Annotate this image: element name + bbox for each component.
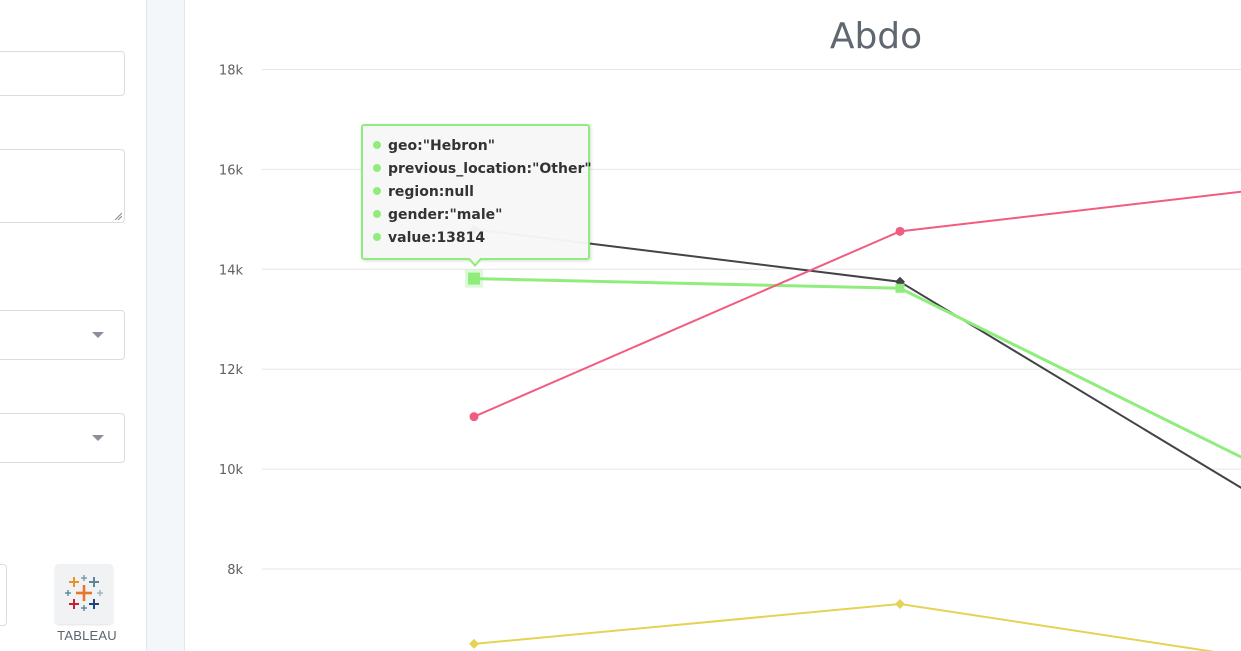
text-input[interactable] <box>0 51 125 96</box>
data-point <box>469 412 479 422</box>
y-tick-label: 10k <box>219 463 244 478</box>
tooltip-pointer-fill <box>469 257 481 264</box>
select-dropdown-2[interactable] <box>0 413 125 463</box>
bullet-icon <box>373 210 381 218</box>
bullet-icon <box>373 164 381 172</box>
data-point <box>469 638 479 649</box>
tooltip-row: geo:"Hebron" <box>373 135 588 158</box>
textarea-field[interactable] <box>0 149 125 223</box>
bullet-icon <box>373 141 381 149</box>
y-tick-label: 14k <box>219 263 244 278</box>
chevron-down-icon <box>92 332 104 338</box>
tableau-logo-icon <box>65 575 103 611</box>
series-line <box>473 228 1241 489</box>
export-option-tile[interactable] <box>0 564 7 626</box>
bullet-icon <box>373 233 381 241</box>
line-chart: 18k 16k 14k 12k 10k 8k <box>219 64 1241 651</box>
y-tick-label: 8k <box>227 563 243 578</box>
tooltip-row: previous_location:"Other" <box>373 158 592 181</box>
tooltip-row: gender:"male" <box>373 204 588 227</box>
tableau-button[interactable] <box>55 564 113 624</box>
data-point <box>468 272 480 285</box>
data-point <box>895 598 905 609</box>
data-point <box>895 226 905 236</box>
y-tick-label: 12k <box>219 363 244 378</box>
tooltip-row: value:13814 <box>373 227 588 250</box>
left-panel: TABLEAU <box>0 0 146 651</box>
series-line <box>473 277 1241 459</box>
resize-grip-icon[interactable] <box>114 212 122 220</box>
tooltip-row: region:null <box>373 181 588 204</box>
chart-area: Abdo 18k 16k 14k 12k 10k 8k geo:"Hebron" prev… <box>186 0 1241 651</box>
chevron-down-icon <box>92 435 104 441</box>
data-point <box>895 283 905 293</box>
y-tick-label: 16k <box>219 163 244 178</box>
chart-tooltip: geo:"Hebron" previous_location:"Other" r… <box>361 124 592 260</box>
y-tick-label: 18k <box>219 64 244 79</box>
tableau-label: TABLEAU <box>57 628 117 643</box>
series-line <box>473 602 1216 651</box>
panel-divider <box>146 0 185 651</box>
select-dropdown-1[interactable] <box>0 310 125 360</box>
bullet-icon <box>373 187 381 195</box>
